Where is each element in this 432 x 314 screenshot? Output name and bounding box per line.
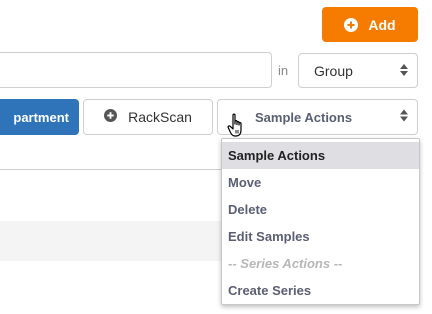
add-button-label: Add bbox=[368, 16, 396, 33]
sample-actions-select-value: Sample Actions bbox=[255, 109, 353, 125]
plus-circle-icon bbox=[344, 17, 359, 32]
rackscan-button[interactable]: RackScan bbox=[83, 99, 213, 135]
group-select-value: Group bbox=[314, 62, 353, 79]
department-button-label: partment bbox=[13, 109, 69, 125]
group-select[interactable]: Group bbox=[298, 53, 418, 88]
dropdown-group-series-actions: -- Series Actions -- bbox=[228, 256, 343, 271]
dropdown-option-move[interactable]: Move bbox=[222, 169, 419, 196]
sample-actions-select[interactable]: Sample Actions bbox=[217, 99, 418, 135]
dropdown-option-sample-actions[interactable]: Sample Actions bbox=[222, 142, 419, 169]
dropdown-option-edit-samples[interactable]: Edit Samples bbox=[222, 223, 419, 250]
plus-circle-icon bbox=[104, 109, 118, 125]
department-button[interactable]: partment bbox=[0, 99, 79, 135]
sample-actions-dropdown: Sample Actions Move Delete Edit Samples … bbox=[221, 138, 420, 305]
rackscan-button-label: RackScan bbox=[128, 109, 192, 125]
hand-pointer-icon bbox=[227, 113, 247, 144]
sort-arrows-icon bbox=[400, 109, 408, 125]
table-divider bbox=[0, 169, 222, 170]
dropdown-option-create-series[interactable]: Create Series bbox=[222, 277, 419, 304]
dropdown-option-delete[interactable]: Delete bbox=[222, 196, 419, 223]
in-label: in bbox=[278, 63, 289, 78]
add-button[interactable]: Add bbox=[322, 7, 418, 42]
table-row bbox=[0, 221, 222, 261]
search-input[interactable] bbox=[0, 52, 272, 88]
sort-arrows-icon bbox=[400, 63, 408, 79]
